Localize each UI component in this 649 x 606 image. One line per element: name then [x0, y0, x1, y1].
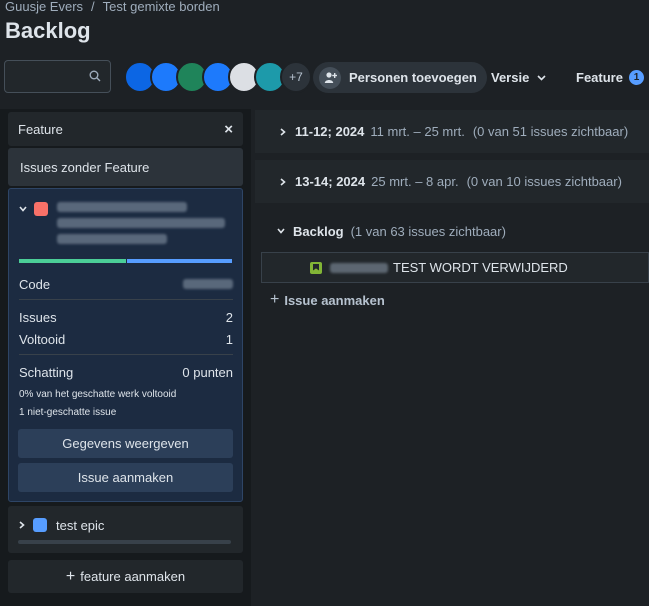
chevron-down-icon — [537, 75, 546, 81]
chevron-right-icon[interactable] — [279, 127, 287, 136]
add-person-icon — [319, 66, 341, 89]
feature-title-redacted — [57, 218, 225, 228]
breadcrumb-owner[interactable]: Guusje Evers — [5, 0, 83, 14]
chevron-right-icon[interactable] — [18, 521, 26, 529]
divider — [19, 354, 233, 355]
progress-remaining-segment — [126, 259, 232, 263]
feature-title-redacted — [57, 234, 167, 244]
chevron-right-icon[interactable] — [279, 177, 287, 186]
create-issue-label: Issue aanmaken — [284, 292, 385, 308]
epic-item[interactable]: test epic — [8, 506, 243, 553]
issue-row[interactable]: TEST WORDT VERWIJDERD — [261, 252, 649, 283]
feature-filter-count-badge: 1 — [628, 70, 644, 85]
code-label: Code — [19, 277, 51, 292]
feature-card[interactable]: Code Issues 2 Voltooid 1 Schatting 0 pun… — [8, 188, 243, 502]
add-people-button[interactable]: Personen toevoegen — [313, 62, 487, 93]
epic-label: test epic — [56, 518, 105, 533]
epic-color-swatch — [33, 518, 47, 532]
search-icon — [89, 70, 101, 82]
sprint-dates: 11 mrt. – 25 mrt. — [370, 124, 465, 139]
avatar-group[interactable]: +7 — [124, 61, 312, 93]
sprint-name: 13-14; 2024 — [295, 174, 366, 189]
issues-label: Issues — [19, 310, 57, 325]
version-filter-button[interactable]: Versie — [491, 62, 546, 93]
code-value-redacted — [183, 279, 233, 289]
breadcrumb-separator: / — [91, 0, 95, 14]
done-row: Voltooid 1 — [19, 332, 233, 347]
story-icon — [310, 261, 322, 274]
page-title: Backlog — [5, 18, 91, 43]
add-people-label: Personen toevoegen — [349, 70, 477, 85]
unestimated-note: 1 niet-geschatte issue — [19, 407, 117, 418]
close-icon[interactable]: × — [224, 121, 233, 138]
search-input[interactable] — [4, 60, 111, 93]
more-avatars-button[interactable]: +7 — [280, 61, 312, 93]
feature-title-redacted — [57, 202, 187, 212]
feature-progress-bar — [19, 259, 232, 263]
create-issue-button[interactable]: + Issue aanmaken — [270, 291, 385, 309]
backlog-header[interactable]: Backlog (1 van 63 issues zichtbaar) — [255, 218, 649, 244]
issue-summary: TEST WORDT VERWIJDERD — [393, 260, 568, 275]
create-feature-button[interactable]: + feature aanmaken — [8, 560, 243, 593]
epic-progress-bar — [18, 540, 231, 544]
estimate-row: Schatting 0 punten — [19, 365, 233, 380]
feature-filter-button[interactable]: Feature 1 — [576, 62, 644, 93]
sprint-header[interactable]: 11-12; 2024 11 mrt. – 25 mrt. (0 van 51 … — [255, 110, 649, 153]
view-details-button[interactable]: Gegevens weergeven — [18, 429, 233, 458]
breadcrumb: Guusje Evers / Test gemixte borden — [5, 0, 220, 14]
sprint-header[interactable]: 13-14; 2024 25 mrt. – 8 apr. (0 van 10 i… — [255, 160, 649, 203]
plus-icon: + — [65, 567, 76, 585]
issues-row: Issues 2 — [19, 310, 233, 325]
feature-panel-title: Feature — [18, 121, 63, 137]
done-value: 1 — [225, 332, 233, 347]
estimate-label: Schatting — [19, 365, 74, 380]
chevron-down-icon[interactable] — [277, 227, 285, 235]
version-filter-label: Versie — [491, 70, 530, 85]
plus-icon: + — [270, 291, 280, 308]
feature-color-swatch — [34, 202, 48, 216]
chevron-down-icon[interactable] — [19, 205, 27, 213]
sprint-issue-count: (0 van 51 issues zichtbaar) — [472, 124, 629, 139]
sprint-issue-count: (0 van 10 issues zichtbaar) — [466, 174, 622, 189]
code-row: Code — [19, 277, 233, 292]
estimate-value: 0 punten — [182, 365, 233, 380]
progress-done-segment — [19, 259, 126, 263]
backlog-issue-count: (1 van 63 issues zichtbaar) — [350, 223, 506, 239]
sprint-dates: 25 mrt. – 8 apr. — [371, 174, 459, 189]
create-issue-in-feature-button[interactable]: Issue aanmaken — [18, 463, 233, 492]
feature-filter-label: Feature — [576, 70, 623, 85]
backlog-name: Backlog — [293, 223, 344, 239]
feature-panel: Feature × Issues zonder Feature Code Iss… — [0, 109, 251, 606]
done-label: Voltooid — [19, 332, 66, 347]
create-feature-label: feature aanmaken — [80, 569, 186, 584]
estimate-note: 0% van het geschatte werk voltooid — [19, 389, 177, 400]
issue-key-redacted — [330, 262, 388, 273]
issues-without-feature-item[interactable]: Issues zonder Feature — [8, 148, 243, 186]
issues-value: 2 — [225, 310, 233, 325]
divider — [19, 299, 233, 300]
breadcrumb-board[interactable]: Test gemixte borden — [103, 0, 220, 14]
feature-panel-header: Feature × — [8, 112, 243, 146]
sprint-name: 11-12; 2024 — [295, 124, 365, 139]
